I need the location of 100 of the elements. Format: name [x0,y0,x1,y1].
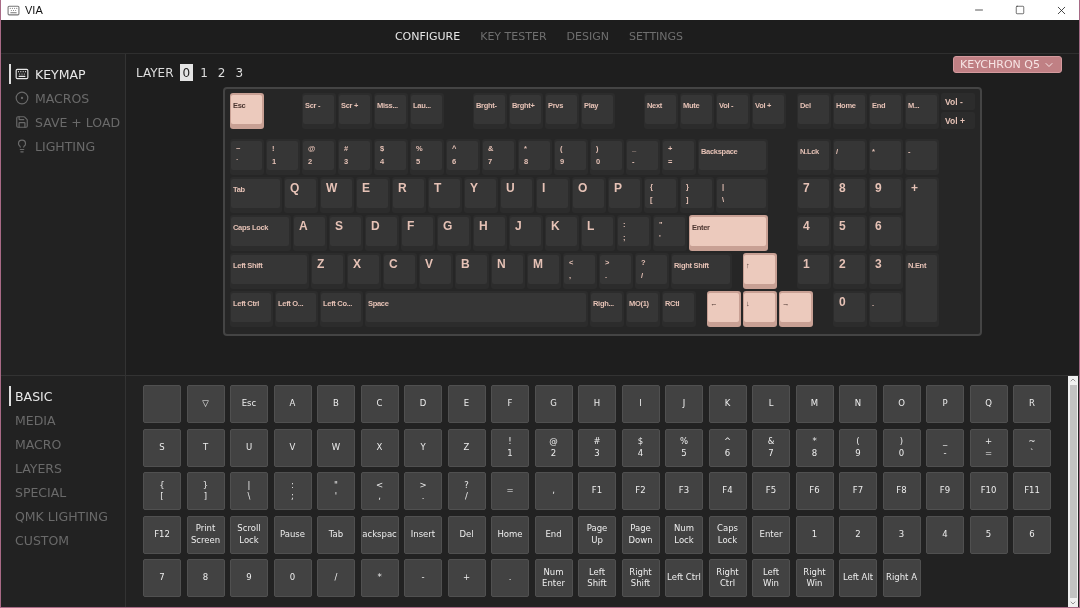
key-option[interactable]: Esc [230,385,268,423]
key-option[interactable]: : ; [273,472,312,510]
keycap[interactable]: Q [284,177,318,213]
key-option[interactable]: Tab [317,515,355,554]
key-option[interactable]: { [ [143,472,181,510]
key-option[interactable]: + [447,559,486,597]
key-option[interactable]: Insert [404,515,442,554]
key-option[interactable]: Right A [882,559,921,597]
keycap[interactable]: 0 [833,291,867,327]
key-option[interactable]: F8 [882,472,921,510]
key-option[interactable]: 7 [143,559,181,597]
key-option[interactable]: End [534,515,573,554]
keycap[interactable]: 2 [833,253,867,289]
key-option[interactable]: F [491,385,529,423]
key-option[interactable]: R [1013,385,1051,423]
key-option[interactable]: 8 [186,559,225,597]
key-option[interactable]: ? / [447,472,486,510]
keycap[interactable]: P [608,177,642,213]
keycap[interactable]: 9 [869,177,903,213]
key-option[interactable]: ! 1 [491,428,529,467]
key-option[interactable]: Right Ctrl [708,559,747,597]
keycap[interactable]: B [455,253,489,289]
key-option[interactable]: S [143,428,181,467]
key-option[interactable]: ) 0 [882,428,921,467]
key-option[interactable]: D [404,385,442,423]
keycap[interactable]: C [383,253,417,289]
key-option[interactable]: H [578,385,616,423]
key-option[interactable]: % 5 [665,428,703,467]
key-option[interactable]: - [404,559,442,597]
key-option[interactable]: Print Screen [186,515,225,554]
scroll-up-icon[interactable] [1069,376,1077,384]
key-option[interactable]: @ 2 [534,428,573,467]
key-option[interactable]: 0 [273,559,312,597]
key-option[interactable]: = [491,472,529,510]
key-option[interactable]: 4 [926,515,964,554]
key-option[interactable]: U [230,428,268,467]
knob-key[interactable]: Vol + [941,112,975,129]
keycap[interactable]: O [572,177,606,213]
layer-tab[interactable]: 2 [214,64,229,81]
keycap[interactable]: T [428,177,462,213]
key-option[interactable]: | \ [230,472,268,510]
key-option[interactable]: ~ ` [1013,428,1051,467]
key-option[interactable]: Left Win [752,559,790,597]
key-option[interactable]: M [795,385,834,423]
keycap[interactable]: 8 [833,177,867,213]
key-option[interactable]: # 3 [578,428,616,467]
keycap[interactable]: E [356,177,390,213]
key-option[interactable]: K [708,385,747,423]
key-option[interactable]: F12 [143,515,181,554]
key-option[interactable]: F6 [795,472,834,510]
keycap[interactable]: V [419,253,453,289]
key-option[interactable]: $ 4 [621,428,660,467]
keycap[interactable]: N [491,253,525,289]
key-option[interactable]: + = [969,428,1008,467]
key-option[interactable]: 1 [795,515,834,554]
key-option[interactable]: ^ 6 [708,428,747,467]
key-option[interactable]: T [186,428,225,467]
key-option[interactable]: Q [969,385,1008,423]
keycap[interactable]: 3 [869,253,903,289]
key-option[interactable]: } ] [186,472,225,510]
key-option[interactable]: > . [404,472,442,510]
keycap[interactable]: 5 [833,215,867,251]
keycap[interactable]: K [545,215,579,251]
keycap[interactable]: S [329,215,363,251]
keycap[interactable]: Y [464,177,498,213]
key-option[interactable]: Home [491,515,529,554]
key-option[interactable]: 5 [969,515,1008,554]
key-option[interactable]: 6 [1013,515,1051,554]
layer-tab[interactable]: 1 [197,64,211,81]
key-option[interactable]: O [882,385,921,423]
keycap[interactable]: G [437,215,471,251]
key-option[interactable]: Num Lock [665,515,703,554]
key-option[interactable]: F5 [752,472,790,510]
key-option[interactable]: Enter [752,515,790,554]
key-option[interactable]: 3 [882,515,921,554]
key-option[interactable]: Caps Lock [708,515,747,554]
keycap[interactable]: R [392,177,426,213]
key-option[interactable]: F11 [1013,472,1051,510]
keycap[interactable]: 4 [797,215,831,251]
key-option[interactable]: Del [447,515,486,554]
key-option[interactable]: 9 [230,559,268,597]
keycap[interactable]: X [347,253,381,289]
blank-key[interactable] [143,385,181,423]
key-option[interactable]: L [752,385,790,423]
key-option[interactable]: Right Shift [621,559,660,597]
key-option[interactable]: 2 [839,515,877,554]
keycap[interactable]: F [401,215,435,251]
key-option[interactable]: Page Down [621,515,660,554]
key-option[interactable]: B [317,385,355,423]
layer-tab[interactable]: 0 [179,64,194,81]
scrollbar[interactable] [1068,376,1078,607]
key-option[interactable]: & 7 [752,428,790,467]
key-option[interactable]: W [317,428,355,467]
key-option[interactable]: Pause [273,515,312,554]
key-option[interactable]: Right Win [795,559,834,597]
key-option[interactable]: * [360,559,399,597]
key-option[interactable]: F10 [969,472,1008,510]
key-option[interactable]: * 8 [795,428,834,467]
key-option[interactable]: Left Ctrl [665,559,703,597]
key-option[interactable]: / [317,559,355,597]
